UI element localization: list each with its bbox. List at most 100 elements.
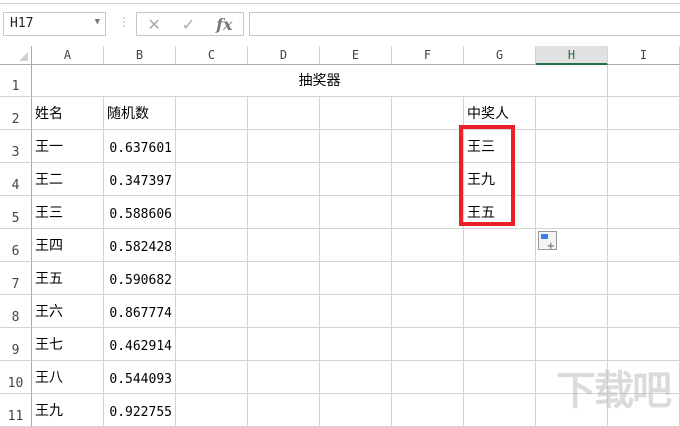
cell[interactable] [320, 295, 392, 328]
column-header-f[interactable]: F [392, 46, 464, 65]
row-header-1[interactable]: 1 [0, 65, 32, 97]
cell[interactable] [176, 163, 248, 196]
cell[interactable] [392, 394, 464, 427]
column-header-e[interactable]: E [320, 46, 392, 65]
cell[interactable] [320, 262, 392, 295]
name-cell[interactable]: 王五 [32, 262, 104, 295]
header-name[interactable]: 姓名 [32, 97, 104, 130]
cell[interactable] [320, 130, 392, 163]
name-cell[interactable]: 王三 [32, 196, 104, 229]
column-header-a[interactable]: A [32, 46, 104, 65]
cell[interactable] [464, 361, 536, 394]
row-header-10[interactable]: 10 [0, 361, 32, 394]
random-cell[interactable]: 0.347397 [104, 163, 176, 196]
row-header-11[interactable]: 11 [0, 394, 32, 427]
column-header-i[interactable]: I [608, 46, 680, 65]
cell[interactable] [464, 328, 536, 361]
cell[interactable] [392, 295, 464, 328]
cell[interactable] [176, 196, 248, 229]
cell[interactable] [176, 361, 248, 394]
name-box[interactable]: H17 ▼ [3, 12, 106, 36]
title-cell[interactable]: 抽奖器 [32, 65, 608, 97]
row-header-5[interactable]: 5 [0, 196, 32, 229]
row-header-7[interactable]: 7 [0, 262, 32, 295]
name-cell[interactable]: 王一 [32, 130, 104, 163]
cell[interactable] [536, 262, 608, 295]
cell[interactable] [464, 229, 536, 262]
row-header-4[interactable]: 4 [0, 163, 32, 196]
name-cell[interactable]: 王六 [32, 295, 104, 328]
header-random[interactable]: 随机数 [104, 97, 176, 130]
cancel-icon[interactable]: ✕ [147, 15, 160, 34]
cell[interactable] [608, 229, 680, 262]
cell[interactable] [392, 196, 464, 229]
cell[interactable] [392, 163, 464, 196]
row-header-2[interactable]: 2 [0, 97, 32, 130]
random-cell[interactable]: 0.637601 [104, 130, 176, 163]
cell[interactable] [248, 295, 320, 328]
cell[interactable] [392, 97, 464, 130]
cell[interactable] [608, 196, 680, 229]
random-cell[interactable]: 0.867774 [104, 295, 176, 328]
column-header-d[interactable]: D [248, 46, 320, 65]
cell[interactable] [392, 130, 464, 163]
cell[interactable] [464, 262, 536, 295]
cell[interactable] [392, 328, 464, 361]
cell[interactable] [536, 97, 608, 130]
cell[interactable] [248, 394, 320, 427]
cell[interactable] [608, 65, 680, 97]
name-cell[interactable]: 王八 [32, 361, 104, 394]
column-header-g[interactable]: G [464, 46, 536, 65]
cell[interactable] [176, 97, 248, 130]
column-header-h[interactable]: H [536, 46, 608, 65]
cell[interactable] [176, 295, 248, 328]
cell[interactable] [320, 394, 392, 427]
cell[interactable] [176, 130, 248, 163]
cell[interactable] [320, 361, 392, 394]
cell[interactable] [536, 328, 608, 361]
cell[interactable] [176, 262, 248, 295]
drag-handle-icon[interactable]: ⋮ [118, 15, 130, 29]
row-header-8[interactable]: 8 [0, 295, 32, 328]
name-cell[interactable]: 王四 [32, 229, 104, 262]
cell[interactable] [320, 196, 392, 229]
formula-input[interactable] [249, 12, 680, 36]
cell[interactable] [536, 163, 608, 196]
cell[interactable] [536, 130, 608, 163]
cell[interactable] [320, 229, 392, 262]
select-all-button[interactable] [0, 46, 32, 65]
cell[interactable] [608, 163, 680, 196]
cell[interactable] [248, 328, 320, 361]
name-cell[interactable]: 王九 [32, 394, 104, 427]
cell[interactable] [176, 328, 248, 361]
cell[interactable] [248, 262, 320, 295]
cell[interactable] [464, 394, 536, 427]
cell[interactable] [608, 97, 680, 130]
cell[interactable] [536, 295, 608, 328]
row-header-6[interactable]: 6 [0, 229, 32, 262]
name-cell[interactable]: 王七 [32, 328, 104, 361]
cell[interactable] [608, 295, 680, 328]
random-cell[interactable]: 0.582428 [104, 229, 176, 262]
cell[interactable] [608, 262, 680, 295]
insert-function-icon[interactable]: fx [216, 15, 232, 34]
column-header-c[interactable]: C [176, 46, 248, 65]
cell[interactable] [320, 97, 392, 130]
random-cell[interactable]: 0.922755 [104, 394, 176, 427]
cell[interactable] [248, 163, 320, 196]
cell[interactable] [248, 229, 320, 262]
enter-icon[interactable]: ✓ [182, 15, 195, 34]
cell[interactable] [248, 130, 320, 163]
cell[interactable] [608, 130, 680, 163]
cell[interactable] [392, 262, 464, 295]
cell[interactable] [248, 361, 320, 394]
cell[interactable] [176, 394, 248, 427]
random-cell[interactable]: 0.544093 [104, 361, 176, 394]
random-cell[interactable]: 0.462914 [104, 328, 176, 361]
cell[interactable] [320, 328, 392, 361]
cell[interactable] [320, 163, 392, 196]
row-header-9[interactable]: 9 [0, 328, 32, 361]
cell[interactable] [536, 196, 608, 229]
chevron-down-icon[interactable]: ▼ [95, 17, 100, 27]
random-cell[interactable]: 0.588606 [104, 196, 176, 229]
